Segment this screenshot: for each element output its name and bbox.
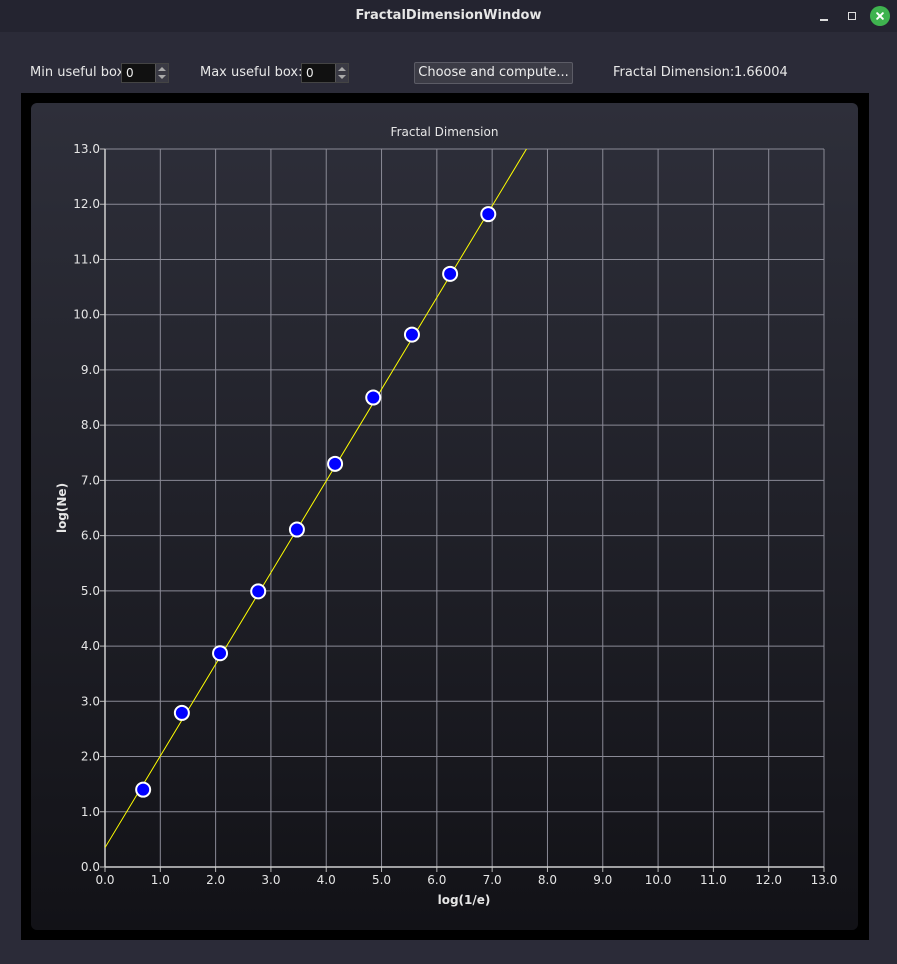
x-tick-label: 0.0 <box>95 873 114 887</box>
data-point <box>327 455 344 472</box>
data-point <box>250 583 267 600</box>
y-tick-label: 2.0 <box>81 750 100 764</box>
x-tick-label: 12.0 <box>755 873 782 887</box>
y-tick-label: 11.0 <box>73 252 100 266</box>
y-tick-label: 10.0 <box>73 308 100 322</box>
x-axis-label: log(1/e) <box>438 893 491 907</box>
y-tick-label: 0.0 <box>81 860 100 874</box>
x-tick-label: 8.0 <box>538 873 557 887</box>
x-tick-label: 10.0 <box>645 873 672 887</box>
data-point <box>442 265 459 282</box>
x-tick-label: 5.0 <box>372 873 391 887</box>
x-tick-label: 4.0 <box>317 873 336 887</box>
chart-svg: 0.0 1.0 2.0 3.0 4.0 5.0 6.0 7.0 8.0 9.0 10.0 11.0 12… <box>55 125 838 907</box>
data-point <box>173 704 190 721</box>
x-tick-label: 13.0 <box>811 873 838 887</box>
y-tick-label: 6.0 <box>81 529 100 543</box>
x-tick-label: 9.0 <box>593 873 612 887</box>
y-tick-label: 13.0 <box>73 142 100 156</box>
data-point <box>212 645 229 662</box>
x-tick-label: 7.0 <box>483 873 502 887</box>
y-tick-label: 9.0 <box>81 363 100 377</box>
y-tick-label: 4.0 <box>81 639 100 653</box>
y-tick-label: 3.0 <box>81 694 100 708</box>
y-tick-label: 8.0 <box>81 418 100 432</box>
y-tick-label: 12.0 <box>73 197 100 211</box>
x-tick-label: 2.0 <box>206 873 225 887</box>
y-axis-label: log(Ne) <box>55 483 69 533</box>
x-tick-label: 11.0 <box>700 873 727 887</box>
x-tick-label: 6.0 <box>427 873 446 887</box>
data-point <box>403 326 420 343</box>
data-point <box>480 206 497 223</box>
y-tick-label: 5.0 <box>81 584 100 598</box>
data-point <box>288 521 305 538</box>
x-tick-label: 3.0 <box>261 873 280 887</box>
y-tick-label: 1.0 <box>81 805 100 819</box>
y-tick-label: 7.0 <box>81 473 100 487</box>
x-tick-label: 1.0 <box>151 873 170 887</box>
data-point <box>365 389 382 406</box>
chart-title: Fractal Dimension <box>391 125 499 139</box>
data-point <box>135 781 152 798</box>
